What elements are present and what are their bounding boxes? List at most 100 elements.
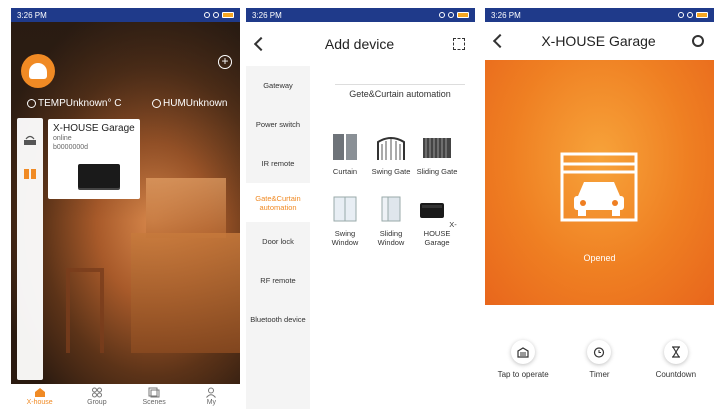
device-label: Swing Gate (371, 167, 411, 176)
sliding-gate-icon (423, 138, 451, 158)
countdown-button[interactable]: Countdown (641, 340, 711, 379)
control-circle (663, 340, 688, 364)
home-screen: 3:26 PM + TEMPUnknown° C HUMUnknown X-HO… (11, 8, 240, 409)
status-icons (204, 12, 234, 18)
category-power-switch[interactable]: Power switch (246, 105, 310, 144)
device-sliding-window[interactable]: Sliding Window (368, 194, 414, 247)
scenes-icon (148, 387, 160, 398)
device-x-house-garage[interactable]: X-HOUSE Garage (414, 194, 460, 247)
tab-label: X-house (26, 399, 53, 406)
temperature-value: TEMPUnknown° C (38, 98, 122, 109)
garage-controller-image (78, 164, 120, 188)
add-icon[interactable]: + (218, 55, 232, 69)
bottom-tab-bar: X-house Group Scenes My (11, 384, 240, 409)
device-status-panel: Opened (485, 60, 714, 305)
status-bar: 3:26 PM (485, 8, 714, 22)
control-label: Timer (589, 370, 610, 379)
gear-icon[interactable] (692, 35, 704, 47)
device-grid: Gete&Curtain automation Curtain Swing Ga… (310, 66, 475, 409)
garage-door-icon (517, 346, 529, 358)
status-icons (439, 12, 469, 18)
device-card-garage[interactable]: X-HOUSE Garage online b0000000d (48, 119, 140, 199)
tab-label: Scenes (142, 399, 166, 406)
tab-label: My (206, 399, 217, 406)
group-icon (91, 387, 102, 398)
status-time: 3:26 PM (252, 10, 282, 20)
kitchen-counter-image (146, 178, 226, 238)
device-label: Swing Window (331, 229, 359, 247)
room-rail (17, 118, 43, 380)
scan-icon[interactable] (453, 38, 465, 50)
thermometer-icon (27, 99, 36, 108)
category-gate-curtain[interactable]: Gate&Curtain automation (246, 183, 310, 222)
kitchen-island-image (131, 233, 240, 353)
status-icons (678, 12, 708, 18)
control-label: Countdown (655, 370, 697, 379)
tab-scenes[interactable]: Scenes (126, 384, 183, 409)
garage-car-icon (560, 152, 638, 222)
swing-gate-icon (377, 137, 405, 160)
device-swing-window[interactable]: Swing Window (322, 194, 368, 247)
tab-label: Group (87, 399, 107, 406)
swing-window-icon (333, 196, 357, 222)
add-device-screen: 3:26 PM Add device Gateway Power switch … (246, 8, 475, 409)
device-detail-screen: 3:26 PM X-HOUSE Garage Opened Tap to ope… (485, 8, 714, 409)
gate-icon[interactable] (23, 168, 37, 180)
device-label: Sliding Window (377, 229, 405, 247)
control-circle (511, 340, 536, 364)
hourglass-icon (671, 346, 680, 358)
page-title: X-HOUSE Garage (541, 33, 656, 49)
page-title: Add device (324, 36, 395, 52)
device-swing-gate[interactable]: Swing Gate (368, 132, 414, 176)
wifi-icon (213, 12, 219, 18)
wifi-icon (687, 12, 693, 18)
category-ir-remote[interactable]: IR remote (246, 144, 310, 183)
device-card-title: X-HOUSE Garage (53, 123, 135, 134)
section-title: Gete&Curtain automation (335, 84, 465, 100)
avatar[interactable] (21, 54, 55, 88)
alarm-icon (678, 12, 684, 18)
control-label: Tap to operate (497, 370, 549, 379)
device-label: Curtain (332, 167, 358, 176)
wifi-icon (448, 12, 454, 18)
battery-icon (222, 12, 234, 18)
category-bluetooth[interactable]: Bluetooth device (246, 300, 310, 339)
tab-x-house[interactable]: X-house (11, 384, 68, 409)
sliding-window-icon (381, 196, 401, 222)
category-rf-remote[interactable]: RF remote (246, 261, 310, 300)
status-bar: 3:26 PM (11, 8, 240, 22)
timer-button[interactable]: Timer (564, 340, 634, 379)
curtain-icon (333, 134, 357, 160)
device-card-id: b0000000d (53, 144, 89, 151)
device-curtain[interactable]: Curtain (322, 132, 368, 176)
status-time: 3:26 PM (491, 10, 521, 20)
control-bar: Tap to operate Timer Countdown (485, 340, 714, 379)
device-label: X-HOUSE Garage (423, 220, 457, 247)
back-icon[interactable] (492, 33, 508, 49)
humidity-value: HUMUnknown (163, 98, 228, 109)
tab-my[interactable]: My (183, 384, 240, 409)
humidity-readout: HUMUnknown (152, 98, 227, 109)
user-icon (206, 387, 217, 398)
tap-to-operate-button[interactable]: Tap to operate (488, 340, 558, 379)
door-status: Opened (583, 253, 616, 263)
router-icon[interactable] (23, 134, 37, 146)
battery-icon (696, 12, 708, 18)
alarm-icon (439, 12, 445, 18)
control-circle (587, 340, 612, 364)
device-label: Sliding Gate (416, 167, 458, 176)
tab-group[interactable]: Group (68, 384, 125, 409)
back-icon[interactable] (253, 36, 269, 52)
bar-stool-image (66, 268, 104, 353)
category-list: Gateway Power switch IR remote Gate&Curt… (246, 66, 310, 409)
category-door-lock[interactable]: Door lock (246, 222, 310, 261)
alarm-icon (204, 12, 210, 18)
temperature-readout: TEMPUnknown° C (27, 98, 121, 109)
home-icon (34, 388, 45, 397)
category-gateway[interactable]: Gateway (246, 66, 310, 105)
device-sliding-gate[interactable]: Sliding Gate (414, 132, 460, 176)
humidity-icon (152, 99, 161, 108)
header: Add device (246, 22, 475, 66)
garage-controller-icon (420, 203, 445, 218)
status-time: 3:26 PM (17, 10, 47, 20)
